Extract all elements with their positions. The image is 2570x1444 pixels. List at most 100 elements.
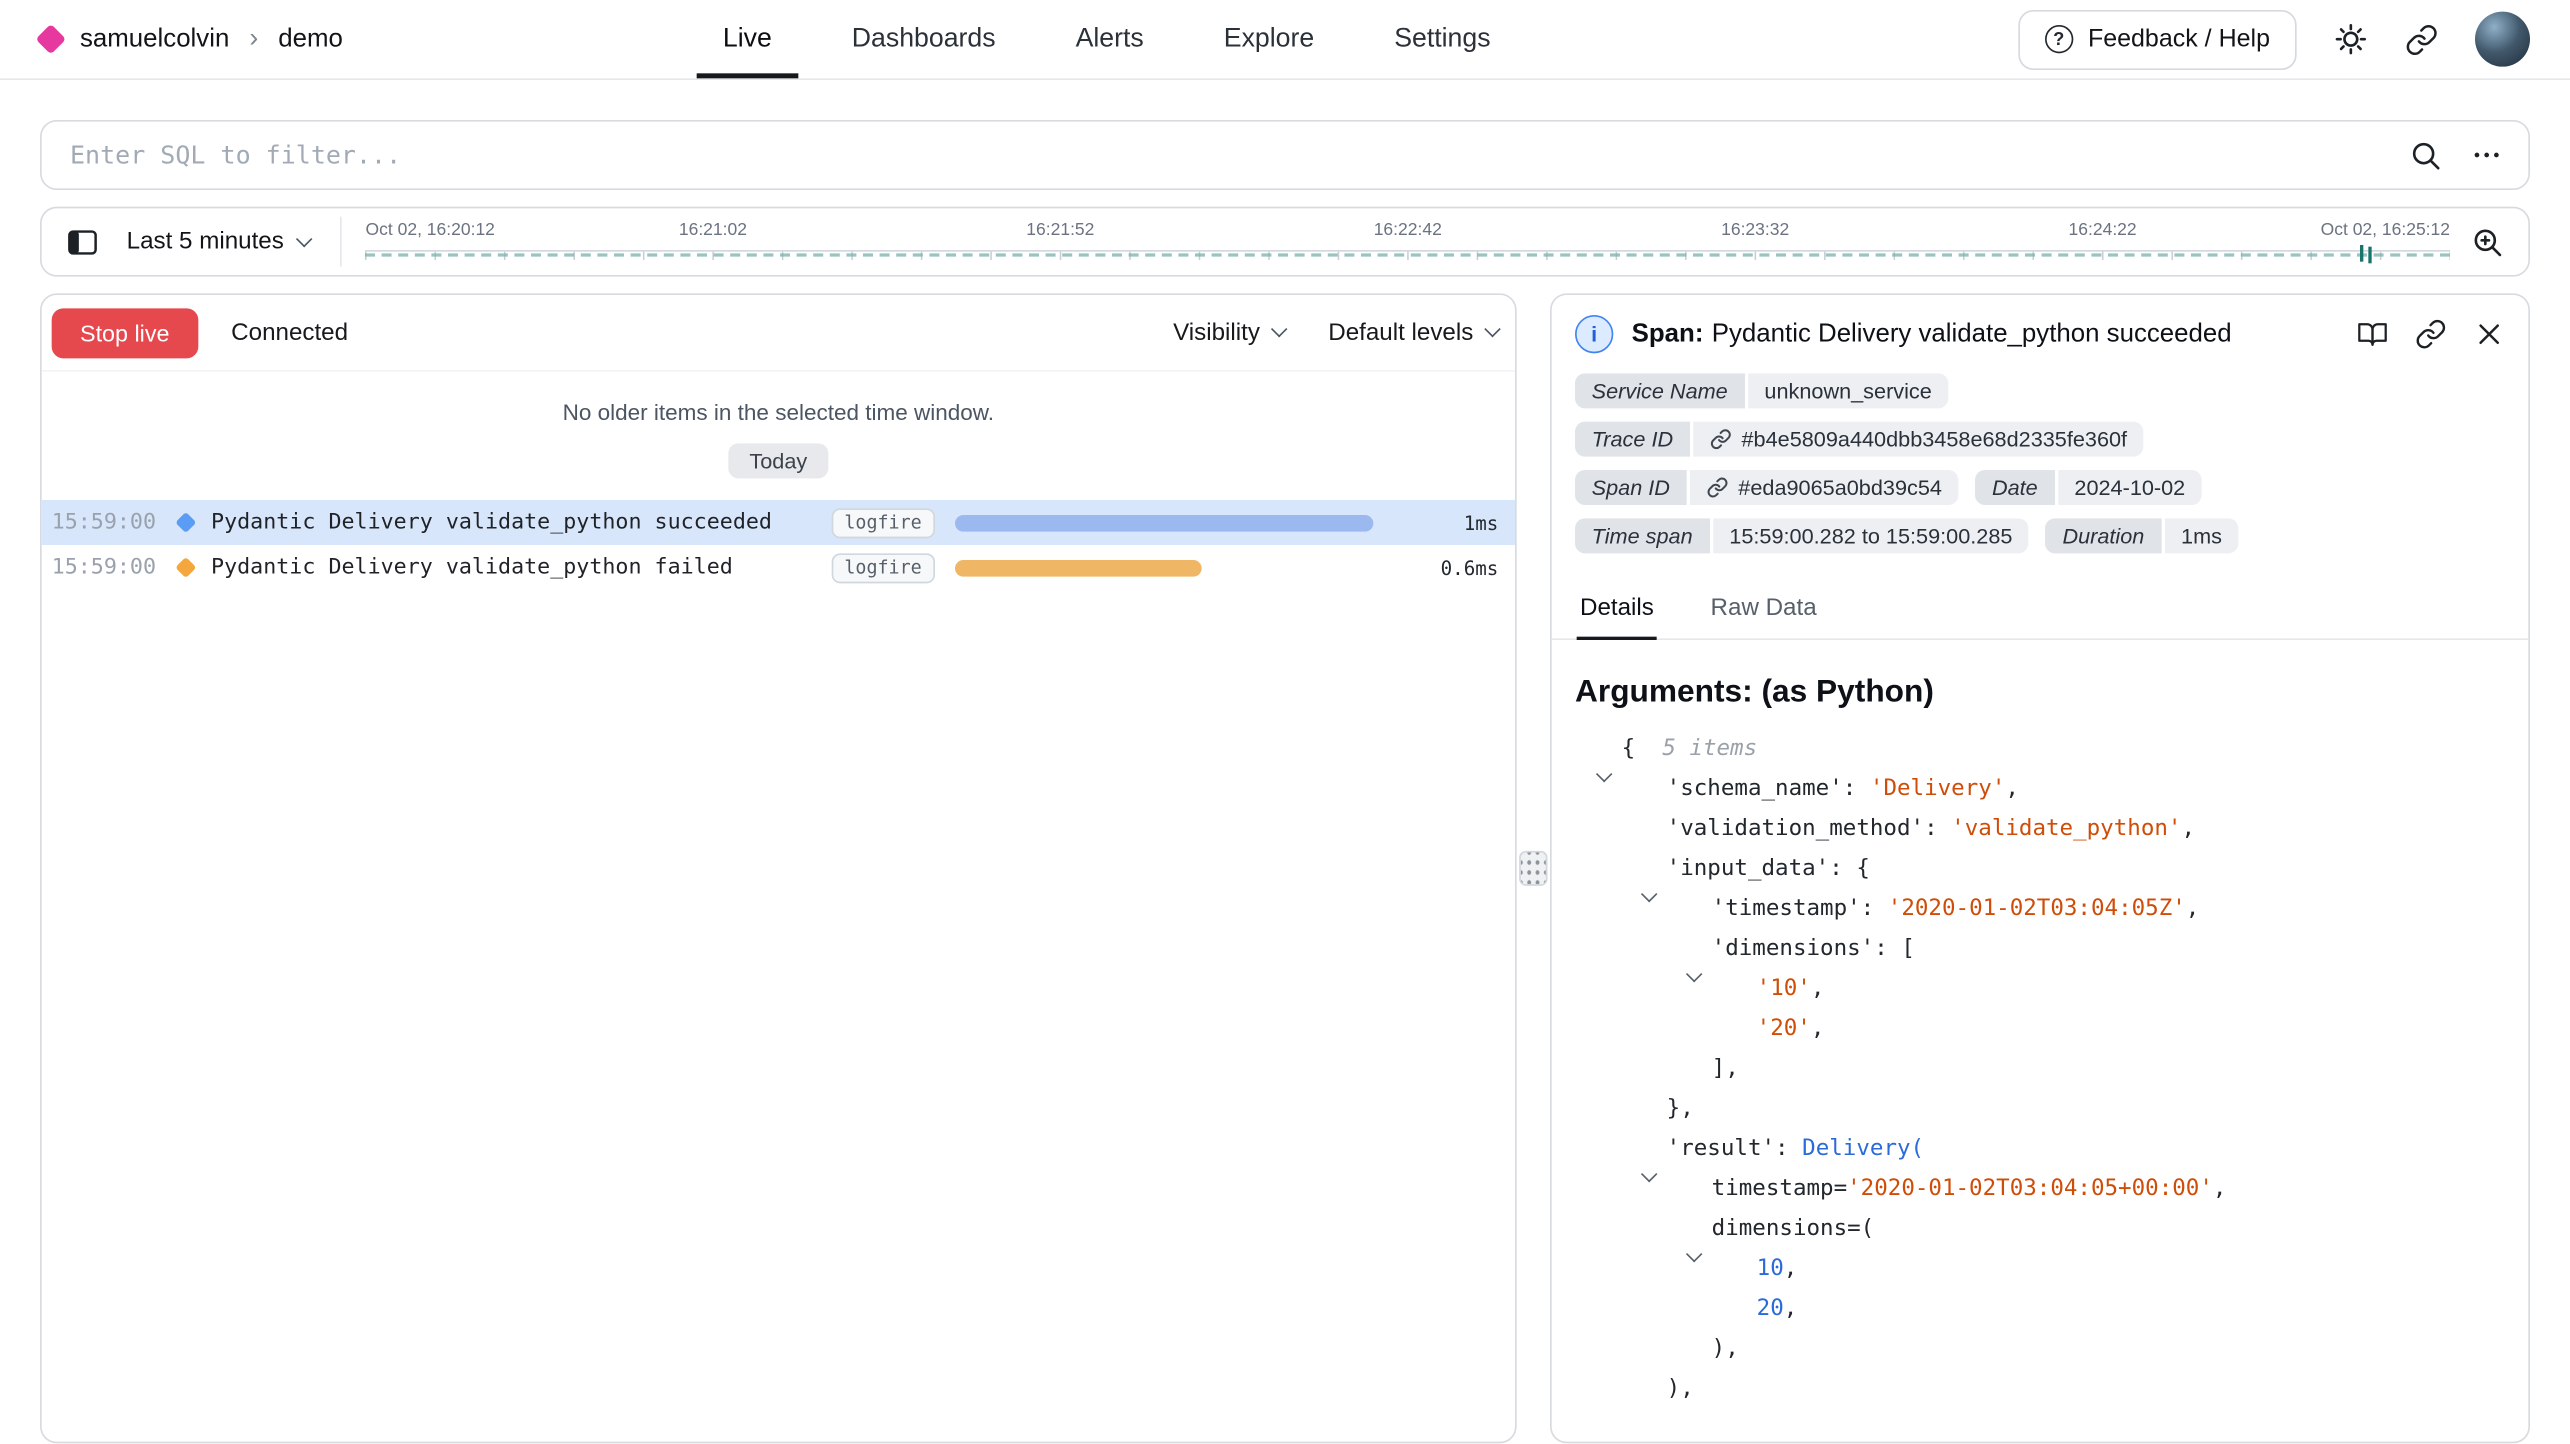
nav-tab-settings[interactable]: Settings <box>1368 0 1518 78</box>
attribute-label: Span ID <box>1575 470 1687 505</box>
duration-label: 0.6ms <box>1422 556 1499 579</box>
code-segment: 'timestamp' <box>1712 895 1861 922</box>
code-segment: 10 <box>1757 1255 1784 1282</box>
sql-filter-input[interactable] <box>67 138 2382 171</box>
sidebar-toggle-button[interactable] <box>65 224 100 259</box>
chevron-down-icon <box>1271 321 1287 337</box>
user-avatar[interactable] <box>2475 12 2530 67</box>
attribute-value[interactable]: #eda9065a0bd39c54 <box>1690 470 1959 505</box>
close-panel-button[interactable] <box>2473 318 2505 350</box>
span-diamond-icon <box>175 512 196 533</box>
duration-bar-track <box>955 514 1405 531</box>
zoom-in-icon <box>2470 224 2505 259</box>
stop-live-button[interactable]: Stop live <box>52 308 198 358</box>
span-title-label: Span: <box>1632 319 1704 347</box>
scope-tag[interactable]: logfire <box>831 553 935 583</box>
link-icon <box>1710 428 1732 450</box>
attribute-label: Service Name <box>1575 373 1744 408</box>
code-segment: ], <box>1712 1055 1739 1082</box>
code-segment: : [ <box>1874 935 1915 962</box>
zoom-in-button[interactable] <box>2470 224 2505 259</box>
breadcrumb: samuelcolvin › demo <box>40 24 343 54</box>
open-docs-button[interactable] <box>2357 318 2389 350</box>
span-title-text: Pydantic Delivery validate_python succee… <box>1712 319 2232 347</box>
tree-line: 'dimensions': [ <box>1575 928 2505 968</box>
timeline-span-marker <box>2360 245 2363 262</box>
attribute-chip: Duration1ms <box>2046 518 2239 553</box>
time-range-bar: Last 5 minutes Oct 02, 16:20:1216:21:021… <box>40 207 2530 277</box>
nav-tab-dashboards[interactable]: Dashboards <box>825 0 1022 78</box>
nav-actions: ? Feedback / Help <box>2018 9 2530 69</box>
duration-bar <box>955 559 1203 576</box>
code-segment: 'input_data' <box>1667 855 1830 882</box>
log-row[interactable]: 15:59:00Pydantic Delivery validate_pytho… <box>42 545 1515 590</box>
attribute-chip: Service Name unknown_service <box>1575 373 1948 408</box>
timeline-tick-label: 16:22:42 <box>1374 220 1442 240</box>
code-segment: : <box>1861 895 1888 922</box>
tree-line: 'timestamp': '2020-01-02T03:04:05Z', <box>1575 888 2505 928</box>
panel-resize-handle[interactable] <box>1517 293 1550 1443</box>
share-link-button[interactable] <box>2405 23 2438 56</box>
tree-line: ], <box>1575 1048 2505 1088</box>
empty-window-message: No older items in the selected time wind… <box>42 400 1515 425</box>
attribute-value-text: 15:59:00.282 to 15:59:00.285 <box>1729 523 2012 548</box>
attribute-value[interactable]: #b4e5809a440dbb3458e68d2335fe360f <box>1693 422 2144 457</box>
visibility-label: Visibility <box>1173 319 1260 346</box>
link-icon <box>2405 23 2438 56</box>
time-range-select[interactable]: Last 5 minutes <box>120 228 317 255</box>
nav-tab-explore[interactable]: Explore <box>1197 0 1341 78</box>
timeline[interactable]: Oct 02, 16:20:1216:21:0216:21:5216:22:42… <box>366 208 2450 275</box>
scope-tag[interactable]: logfire <box>831 508 935 538</box>
timeline-tick-label: 16:21:52 <box>1026 220 1094 240</box>
code-segment: , <box>1784 1295 1798 1322</box>
nav-tab-alerts[interactable]: Alerts <box>1049 0 1171 78</box>
log-row[interactable]: 15:59:00 Pydantic Delivery validate_pytho… <box>42 500 1515 545</box>
code-segment: timestamp= <box>1712 1175 1847 1202</box>
attribute-value-text: #b4e5809a440dbb3458e68d2335fe360f <box>1741 427 2127 452</box>
feedback-help-button[interactable]: ? Feedback / Help <box>2018 9 2297 69</box>
copy-link-button[interactable] <box>2415 318 2447 350</box>
tab-details[interactable]: Details <box>1577 582 1658 640</box>
code-segment: , <box>2213 1175 2227 1202</box>
live-panel-header: Stop live Connected Visibility Default l… <box>42 295 1515 372</box>
span-detail-content[interactable]: Arguments: (as Python) { 5 items'schema_… <box>1552 640 2529 1442</box>
visibility-dropdown[interactable]: Visibility <box>1173 319 1285 346</box>
tree-line: }, <box>1575 1088 2505 1128</box>
log-row-message: Pydantic Delivery validate_python succee… <box>211 510 831 535</box>
log-row-time: 15:59:00 <box>52 510 156 535</box>
timeline-dashed-line <box>366 253 2450 256</box>
search-icon <box>2408 138 2443 173</box>
more-options-button[interactable] <box>2470 138 2503 171</box>
code-segment: '2020-01-02T03:04:05+00:00' <box>1847 1175 2213 1202</box>
breadcrumb-org[interactable]: samuelcolvin <box>80 24 229 54</box>
code-segment: , <box>2005 775 2019 802</box>
default-levels-dropdown[interactable]: Default levels <box>1328 319 1498 346</box>
nav-tab-live[interactable]: Live <box>696 0 798 78</box>
attribute-value-text: unknown_service <box>1764 378 1931 403</box>
code-segment: 'Delivery' <box>1870 775 2005 802</box>
code-segment: : <box>1843 775 1870 802</box>
tab-raw-data[interactable]: Raw Data <box>1707 582 1820 639</box>
span-detail-panel: i Span: Pydantic Delivery validate_python… <box>1550 293 2530 1443</box>
attribute-chip-row: Service Name unknown_service <box>1575 373 2505 408</box>
tree-line: ), <box>1575 1368 2505 1408</box>
time-range-label: Last 5 minutes <box>127 228 284 255</box>
day-divider-chip[interactable]: Today <box>728 443 829 478</box>
logfire-logo-icon[interactable] <box>36 24 67 55</box>
breadcrumb-project[interactable]: demo <box>278 24 343 54</box>
search-button[interactable] <box>2408 138 2443 173</box>
info-icon: i <box>1575 315 1613 353</box>
code-segment: , <box>2181 815 2195 842</box>
code-segment: , <box>1811 975 1825 1002</box>
link-icon <box>2415 318 2447 350</box>
arguments-heading: Arguments: (as Python) <box>1575 675 2505 712</box>
book-icon <box>2357 318 2389 350</box>
theme-toggle-button[interactable] <box>2333 22 2368 57</box>
span-panel-header: i Span: Pydantic Delivery validate_python… <box>1552 295 2529 368</box>
attribute-value: 1ms <box>2164 518 2238 553</box>
timeline-tick-label: Oct 02, 16:25:12 <box>2321 220 2450 240</box>
code-segment: ), <box>1667 1375 1694 1402</box>
page-body: Last 5 minutes Oct 02, 16:20:1216:21:021… <box>0 120 2570 1443</box>
tree-line: timestamp='2020-01-02T03:04:05+00:00', <box>1575 1168 2505 1208</box>
live-feed: No older items in the selected time wind… <box>42 372 1515 1442</box>
